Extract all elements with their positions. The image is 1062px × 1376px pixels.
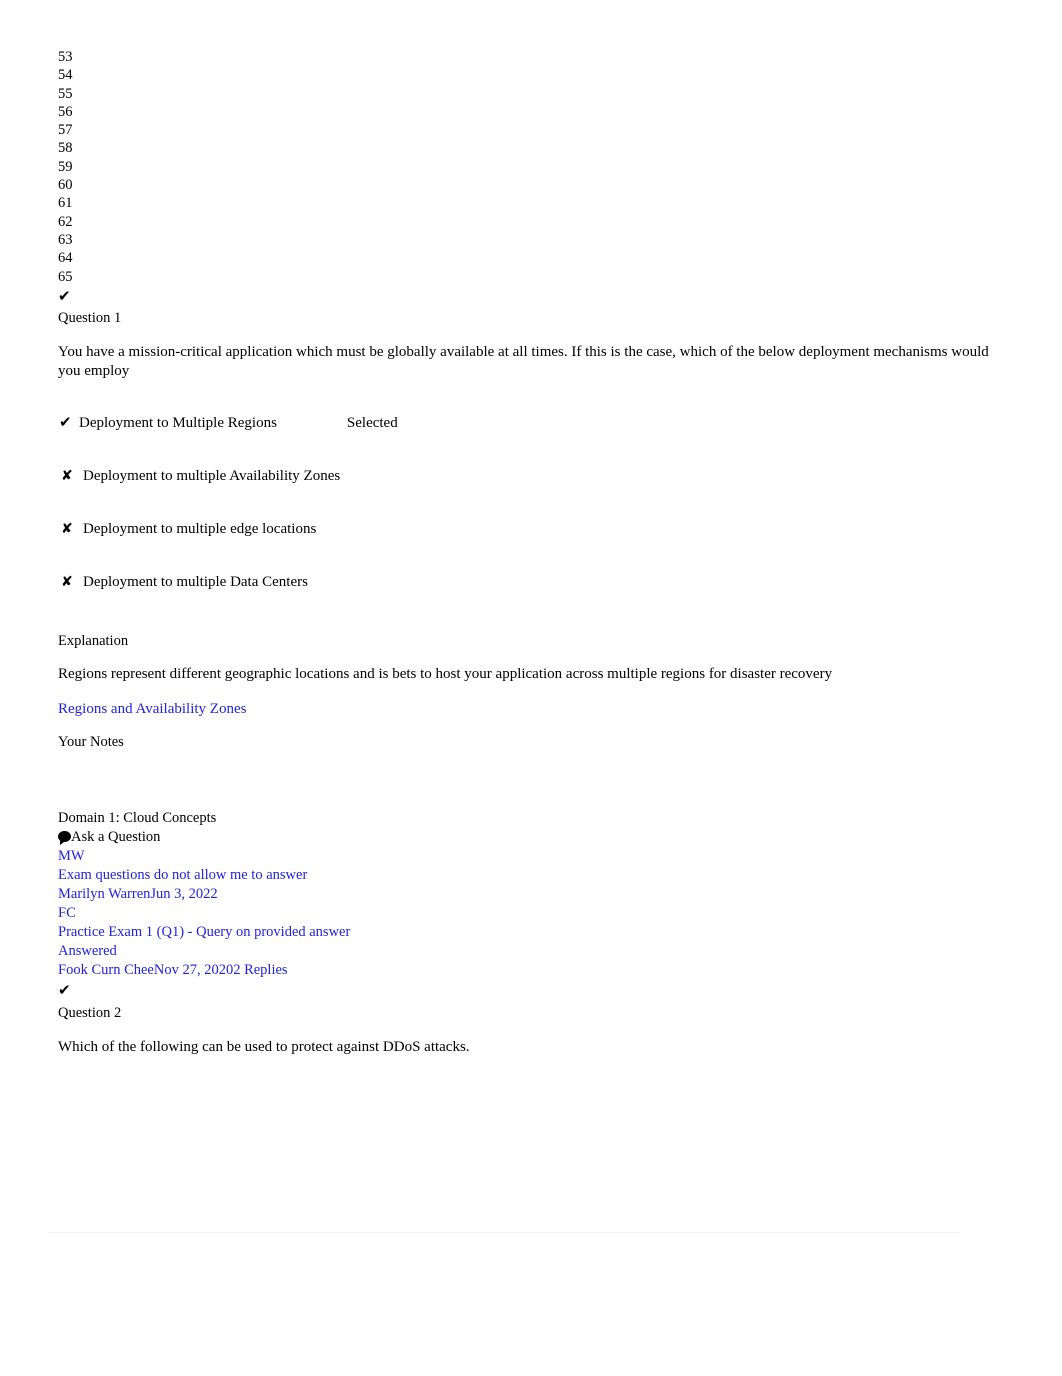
page-divider [48, 1232, 961, 1233]
thread-meta[interactable]: Fook Curn CheeNov 27, 20202 Replies [58, 961, 1008, 980]
answer-option[interactable]: ✘ Deployment to multiple Availability Zo… [58, 467, 1008, 486]
thread-avatar-initials[interactable]: MW [58, 847, 1008, 866]
question-number-item[interactable]: 62 [58, 213, 1008, 231]
your-notes-heading: Your Notes [58, 733, 124, 750]
question-number-item[interactable]: 61 [58, 194, 1008, 212]
question-number-item[interactable]: 56 [58, 103, 1008, 121]
question-1-text: You have a mission-critical application … [58, 343, 989, 379]
explanation-heading: Explanation [58, 632, 129, 649]
question-number-item[interactable]: 53 [58, 48, 1008, 66]
thread-title[interactable]: Exam questions do not allow me to answer [58, 866, 1008, 885]
answer-option[interactable]: ✘ Deployment to multiple edge locations [58, 520, 1008, 539]
question-number-list: 53 54 55 56 57 58 59 60 61 62 63 64 65 [58, 48, 1008, 286]
question-number-item[interactable]: 65 [58, 268, 1008, 286]
answer-option-label: Deployment to multiple Data Centers [83, 573, 308, 590]
check-icon: ✔ [59, 412, 72, 431]
comment-bubble-icon [58, 830, 71, 845]
question-number-item[interactable]: 54 [58, 66, 1008, 84]
domain-label: Domain 1: Cloud Concepts [58, 809, 217, 826]
cross-icon: ✘ [61, 573, 73, 590]
document-page: 53 54 55 56 57 58 59 60 61 62 63 64 65 ✔… [0, 0, 1062, 1376]
answer-option[interactable]: ✘ Deployment to multiple Data Centers [58, 573, 1008, 592]
question-number-item[interactable]: 60 [58, 176, 1008, 194]
cross-icon: ✘ [61, 520, 73, 537]
discussion-section: Domain 1: Cloud Concepts Ask a Question … [58, 809, 1008, 980]
question-number-item[interactable]: 59 [58, 158, 1008, 176]
answer-option[interactable]: ✔ Deployment to Multiple Regions Selecte… [58, 414, 1008, 433]
thread-status[interactable]: Answered [58, 942, 1008, 961]
explanation-reference-link[interactable]: Regions and Availability Zones [58, 700, 246, 719]
question-correct-check-icon: ✔ [58, 286, 71, 305]
thread-meta[interactable]: Marilyn WarrenJun 3, 2022 [58, 885, 1008, 904]
question-number-item[interactable]: 58 [58, 139, 1008, 157]
question-2-label: Question 2 [58, 1004, 122, 1021]
cross-icon: ✘ [61, 467, 73, 484]
ask-a-question-row[interactable]: Ask a Question [58, 828, 1008, 847]
question-1-label: Question 1 [58, 309, 122, 326]
question-number-item[interactable]: 55 [58, 85, 1008, 103]
document-content: 53 54 55 56 57 58 59 60 61 62 63 64 65 ✔… [58, 48, 1008, 1057]
answer-option-label: Deployment to multiple edge locations [83, 520, 317, 537]
thread-avatar-initials[interactable]: FC [58, 904, 1008, 923]
answer-option-state: Selected [346, 414, 398, 431]
thread-title[interactable]: Practice Exam 1 (Q1) - Query on provided… [58, 923, 1008, 942]
answer-option-label: Deployment to multiple Availability Zone… [83, 467, 341, 484]
your-notes-area[interactable] [58, 751, 1008, 791]
ask-a-question-label: Ask a Question [71, 828, 161, 845]
explanation-body: Regions represent different geographic l… [58, 665, 833, 682]
question-number-item[interactable]: 63 [58, 231, 1008, 249]
question-2-text: Which of the following can be used to pr… [58, 1038, 470, 1055]
answer-option-label: Deployment to Multiple Regions [79, 414, 277, 431]
question-number-item[interactable]: 64 [58, 249, 1008, 267]
question-correct-check-icon: ✔ [58, 980, 71, 999]
question-number-item[interactable]: 57 [58, 121, 1008, 139]
answer-options-list: ✔ Deployment to Multiple Regions Selecte… [58, 414, 1008, 592]
